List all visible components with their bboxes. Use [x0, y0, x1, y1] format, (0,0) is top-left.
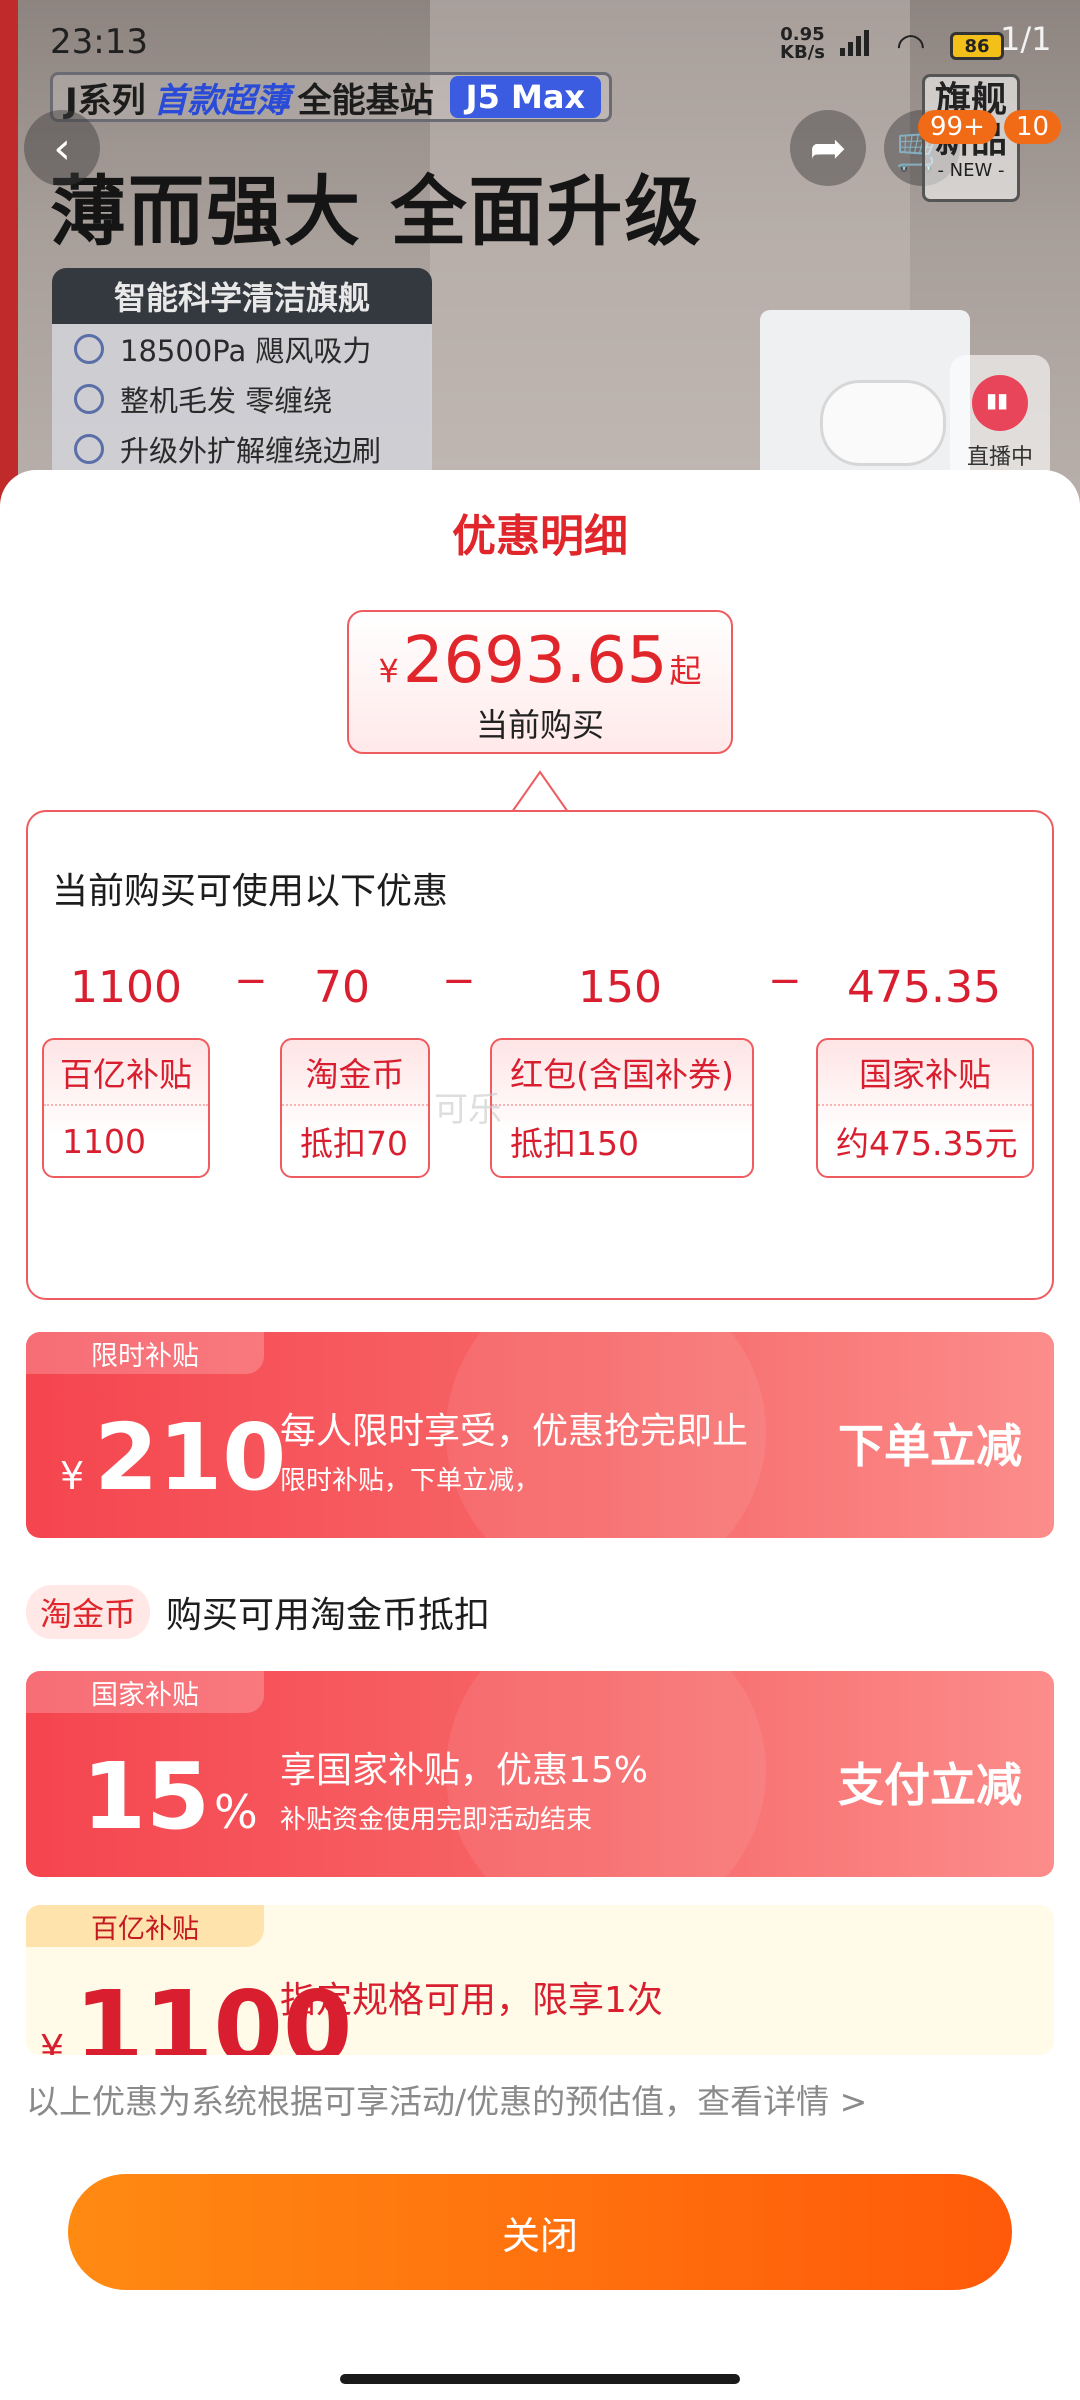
chip-label: 红包(含国补券)	[492, 1040, 752, 1106]
share-icon: ➦	[809, 122, 847, 174]
network-speed-unit: KB/s	[780, 42, 825, 63]
status-bar: 23:13 0.95 KB/s ◠ 86 1/1	[0, 0, 1080, 90]
image-pager: 1/1	[1000, 20, 1052, 58]
promo-percent: %	[214, 1785, 258, 1839]
chip-value: 约475.35元	[836, 1124, 1018, 1163]
promo-line1: 每人限时享受，优惠抢完即止	[280, 1411, 749, 1452]
chip-national-subsidy: 国家补贴 约475.35元	[816, 1038, 1034, 1178]
clock: 23:13	[50, 22, 148, 62]
promo-tag: 国家补贴	[26, 1671, 264, 1713]
price-currency: ¥	[378, 652, 399, 690]
promo-line1: 指定规格可用，限享1次	[280, 1980, 663, 2021]
discount-detail-sheet: 优惠明细 ¥ 2693.65 起 当前购买 当前购买可使用以下优惠 1100 −…	[0, 470, 1080, 2400]
coin-tag: 淘金币	[26, 1585, 151, 1639]
promo-card-billion[interactable]: 百亿补贴 ¥ 1100 指定规格可用，限享1次	[26, 1905, 1054, 2055]
promo-currency: ¥	[40, 2027, 65, 2055]
battery-icon: 86	[950, 32, 1004, 60]
banner-headline: 薄而强大 全面升级	[50, 167, 703, 256]
live-label: 直播中	[966, 445, 1033, 470]
chip-label: 百亿补贴	[44, 1040, 208, 1106]
watermark-text: 可乐	[434, 1090, 502, 1130]
feature-label: 升级外扩解缠绕边刷	[120, 434, 382, 468]
promo-card-limited[interactable]: 限时补贴 ¥ 210 每人限时享受，优惠抢完即止 限时补贴，下单立减， 下单立减	[26, 1332, 1054, 1538]
current-price-box: ¥ 2693.65 起 当前购买	[347, 610, 733, 754]
cart-count-badge: 99+	[918, 110, 997, 144]
close-button[interactable]: 关闭	[68, 2174, 1012, 2290]
wind-icon	[74, 334, 104, 364]
chip-label: 国家补贴	[818, 1040, 1032, 1106]
discount-breakdown-box: 当前购买可使用以下优惠 1100 − 70 − 150 − 475.35 百亿补…	[26, 810, 1054, 1300]
live-icon	[972, 375, 1028, 431]
chip-value: 1100	[62, 1121, 146, 1161]
feature-item: 升级外扩解缠绕边刷	[52, 424, 432, 474]
chip-value: 抵扣70	[300, 1124, 408, 1163]
signal-icon	[840, 30, 869, 56]
sheet-title: 优惠明细	[452, 511, 628, 562]
equation-value: 150	[578, 962, 662, 1013]
equation-value: 1100	[70, 962, 182, 1013]
live-stream-button[interactable]: 直播中	[950, 355, 1050, 485]
back-button[interactable]: ‹	[24, 110, 100, 186]
chevron-left-icon: ‹	[53, 122, 71, 174]
feature-title: 智能科学清洁旗舰	[52, 268, 432, 324]
message-count-badge[interactable]: 10	[1004, 110, 1062, 144]
feature-label: 整机毛发 零缠绕	[120, 384, 333, 418]
wifi-icon: ◠	[896, 26, 926, 66]
promo-tag: 限时补贴	[26, 1332, 264, 1374]
equation-value: 475.35	[847, 962, 1001, 1013]
chip-billion-subsidy: 百亿补贴 1100	[42, 1038, 210, 1178]
share-button[interactable]: ➦	[790, 110, 866, 186]
pointer-arrow	[512, 770, 568, 814]
promo-tag: 百亿补贴	[26, 1905, 264, 1947]
promo-line1: 享国家补贴，优惠15%	[280, 1750, 649, 1791]
taojinbi-row: 淘金币 购买可用淘金币抵扣	[26, 1585, 490, 1639]
expand-icon	[74, 434, 104, 464]
promo-amount-value: 210	[94, 1404, 287, 1511]
promo-amount: 15 %	[82, 1743, 258, 1850]
home-indicator	[340, 2374, 740, 2384]
swirl-icon	[74, 384, 104, 414]
disclaimer-link[interactable]: 以上优惠为系统根据可享活动/优惠的预估值，查看详情 >	[26, 2075, 867, 2123]
promo-amount-value: 15	[82, 1743, 211, 1850]
feature-item: 整机毛发 零缠绕	[52, 374, 432, 424]
network-speed: 0.95 KB/s	[780, 26, 825, 62]
promo-card-national[interactable]: 国家补贴 15 % 享国家补贴，优惠15% 补贴资金使用完即活动结束 支付立减	[26, 1671, 1054, 1877]
chip-taojinbi: 淘金币 抵扣70	[280, 1038, 430, 1178]
current-price: ¥ 2693.65 起	[349, 624, 731, 698]
promo-action: 支付立减	[838, 1758, 1022, 1812]
equation-value: 70	[314, 962, 370, 1013]
breakdown-title: 当前购买可使用以下优惠	[52, 871, 449, 912]
chip-label: 淘金币	[282, 1040, 428, 1106]
promo-line2: 限时补贴，下单立减，	[280, 1466, 541, 1496]
feature-label: 18500Pa 飓风吸力	[120, 334, 372, 368]
promo-amount: ¥ 210	[60, 1404, 286, 1511]
minus-operator: −	[442, 958, 476, 1004]
feature-item: 18500Pa 飓风吸力	[52, 324, 432, 374]
price-amount: 2693.65	[402, 624, 668, 698]
price-suffix: 起	[669, 652, 702, 690]
promo-action: 下单立减	[838, 1419, 1022, 1473]
minus-operator: −	[768, 958, 802, 1004]
chip-red-packet: 红包(含国补券) 抵扣150	[490, 1038, 754, 1178]
promo-line2: 补贴资金使用完即活动结束	[280, 1805, 593, 1835]
price-label: 当前购买	[475, 706, 604, 744]
flag-sub: - NEW -	[937, 160, 1005, 181]
promo-currency: ¥	[60, 1454, 85, 1498]
coin-text: 购买可用淘金币抵扣	[166, 1595, 491, 1636]
chip-value: 抵扣150	[510, 1124, 639, 1163]
